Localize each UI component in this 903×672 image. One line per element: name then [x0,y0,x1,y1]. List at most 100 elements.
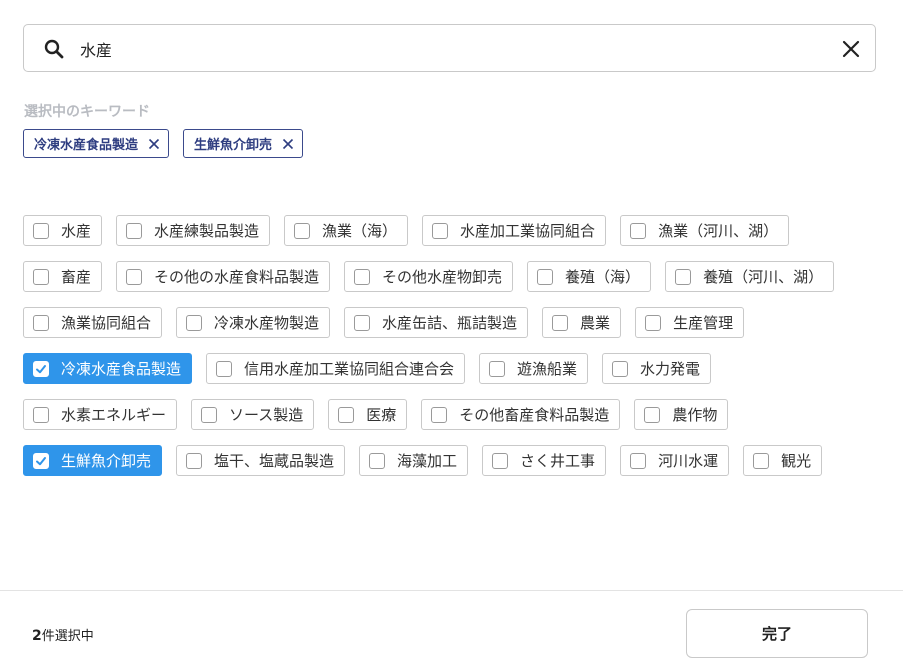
keyword-option-label: その他の水産食料品製造 [154,268,320,286]
keyword-option[interactable]: 漁業協同組合 [23,307,163,338]
checkbox-icon[interactable] [489,360,506,377]
selected-keywords-list: 冷凍水産食品製造 生鮮魚介卸売 [23,129,304,158]
close-icon[interactable] [839,37,863,61]
keyword-option[interactable]: 農作物 [634,399,729,430]
keyword-option[interactable]: 医療 [328,399,408,430]
keyword-option-label: 漁業協同組合 [61,314,152,332]
keyword-option[interactable]: 海藻加工 [359,445,469,476]
keyword-option[interactable]: その他水産物卸売 [344,261,514,292]
keyword-option[interactable]: 水素エネルギー [23,399,178,430]
remove-keyword-icon[interactable] [282,138,294,150]
checkbox-icon[interactable] [126,268,143,285]
checkbox-icon[interactable] [186,452,203,469]
checkbox-icon[interactable] [126,222,143,239]
keyword-option-label: その他畜産食料品製造 [459,406,610,424]
keyword-options: 水産 水産練製品製造 漁業（海） 水産加工業協同組合 漁業（河川、湖） 畜産 その他の水産食… [23,215,883,476]
keyword-option-row: 漁業協同組合 冷凍水産物製造 水産缶詰、瓶詰製造 農業 生産管理 [23,307,883,338]
checkbox-icon[interactable] [33,222,49,239]
keyword-option[interactable]: 水力発電 [602,353,712,384]
keyword-option[interactable]: 水産缶詰、瓶詰製造 [344,307,529,338]
keyword-option-row: 畜産 その他の水産食料品製造 その他水産物卸売 養殖（海） 養殖（河川、湖） [23,261,883,292]
checkbox-icon[interactable] [369,452,386,469]
remove-keyword-icon[interactable] [148,138,160,150]
selected-keywords-heading: 選択中のキーワード [24,104,150,120]
keyword-option-label: 信用水産加工業協同組合連合会 [244,360,455,378]
keyword-option-label: 生産管理 [673,314,734,332]
keyword-option[interactable]: 養殖（海） [527,261,652,292]
keyword-option-label: 農作物 [672,406,718,424]
keyword-option[interactable]: 漁業（河川、湖） [620,215,790,246]
keyword-option[interactable]: 観光 [743,445,823,476]
keyword-option-label: 養殖（河川、湖） [703,268,824,286]
keyword-option[interactable]: その他畜産食料品製造 [421,399,621,430]
checkbox-icon[interactable] [431,406,448,423]
keyword-option-label: 水産 [61,222,92,240]
search-icon [44,39,64,59]
keyword-option[interactable]: その他の水産食料品製造 [116,261,331,292]
keyword-option-label: ソース製造 [229,406,304,424]
checkbox-icon[interactable] [354,268,371,285]
keyword-option[interactable]: ソース製造 [191,399,315,430]
checkbox-icon[interactable] [33,314,49,331]
keyword-option-label: 漁業（海） [322,222,398,240]
keyword-option[interactable]: 水産 [23,215,103,246]
keyword-option-label: 農業 [580,314,611,332]
checkbox-icon[interactable] [338,406,355,423]
keyword-option-label: 塩干、塩蔵品製造 [214,452,335,470]
keyword-option[interactable]: 農業 [542,307,622,338]
checkbox-icon[interactable] [552,314,569,331]
keyword-option[interactable]: 信用水産加工業協同組合連合会 [206,353,466,384]
selection-count-number: 2 [32,628,42,644]
checkbox-icon[interactable] [753,452,770,469]
checkbox-checked-icon[interactable] [33,452,49,469]
keyword-option[interactable]: 畜産 [23,261,103,292]
keyword-option-label: 河川水運 [658,452,719,470]
checkbox-icon[interactable] [216,360,233,377]
checkbox-icon[interactable] [645,314,662,331]
search-box[interactable] [23,24,876,72]
checkbox-icon[interactable] [644,406,661,423]
keyword-option[interactable]: さく井工事 [482,445,607,476]
keyword-option-row: 水素エネルギー ソース製造 医療 その他畜産食料品製造 農作物 [23,399,883,430]
checkbox-icon[interactable] [354,314,371,331]
checkbox-icon[interactable] [492,452,509,469]
keyword-option-label: 漁業（河川、湖） [658,222,779,240]
search-input[interactable] [78,33,822,65]
keyword-option-label: 海藻加工 [397,452,458,470]
keyword-option-label: 水産缶詰、瓶詰製造 [382,314,518,332]
checkbox-icon[interactable] [630,222,647,239]
keyword-option[interactable]: 冷凍水産食品製造 [23,353,193,384]
keyword-option-label: 水産加工業協同組合 [460,222,596,240]
keyword-option[interactable]: 養殖（河川、湖） [665,261,835,292]
keyword-option[interactable]: 塩干、塩蔵品製造 [176,445,346,476]
checkbox-icon[interactable] [432,222,449,239]
keyword-option[interactable]: 生産管理 [635,307,745,338]
checkbox-icon[interactable] [675,268,692,285]
keyword-option-row: 生鮮魚介卸売 塩干、塩蔵品製造 海藻加工 さく井工事 河川水運 観光 [23,445,883,476]
checkbox-checked-icon[interactable] [33,360,49,377]
keyword-option[interactable]: 冷凍水産物製造 [176,307,331,338]
checkbox-icon[interactable] [201,406,218,423]
keyword-option-row: 水産 水産練製品製造 漁業（海） 水産加工業協同組合 漁業（河川、湖） [23,215,883,246]
selection-count-suffix: 件選択中 [41,629,94,644]
checkbox-icon[interactable] [186,314,203,331]
keyword-option[interactable]: 水産練製品製造 [116,215,271,246]
selected-keyword-chip: 生鮮魚介卸売 [183,129,304,158]
keyword-option[interactable]: 河川水運 [620,445,730,476]
keyword-option[interactable]: 生鮮魚介卸売 [23,445,163,476]
selection-count: 2件選択中 [32,625,94,644]
keyword-option-label: 畜産 [61,268,92,286]
keyword-option-label: その他水産物卸売 [382,268,503,286]
done-button[interactable]: 完了 [686,609,868,658]
checkbox-icon[interactable] [294,222,311,239]
checkbox-icon[interactable] [612,360,629,377]
keyword-option[interactable]: 漁業（海） [284,215,409,246]
keyword-option[interactable]: 水産加工業協同組合 [422,215,607,246]
keyword-option-label: 医療 [366,406,397,424]
checkbox-icon[interactable] [33,268,49,285]
checkbox-icon[interactable] [537,268,554,285]
checkbox-icon[interactable] [33,406,49,423]
keyword-option-label: 観光 [781,452,812,470]
keyword-option[interactable]: 遊漁船業 [479,353,589,384]
checkbox-icon[interactable] [630,452,647,469]
